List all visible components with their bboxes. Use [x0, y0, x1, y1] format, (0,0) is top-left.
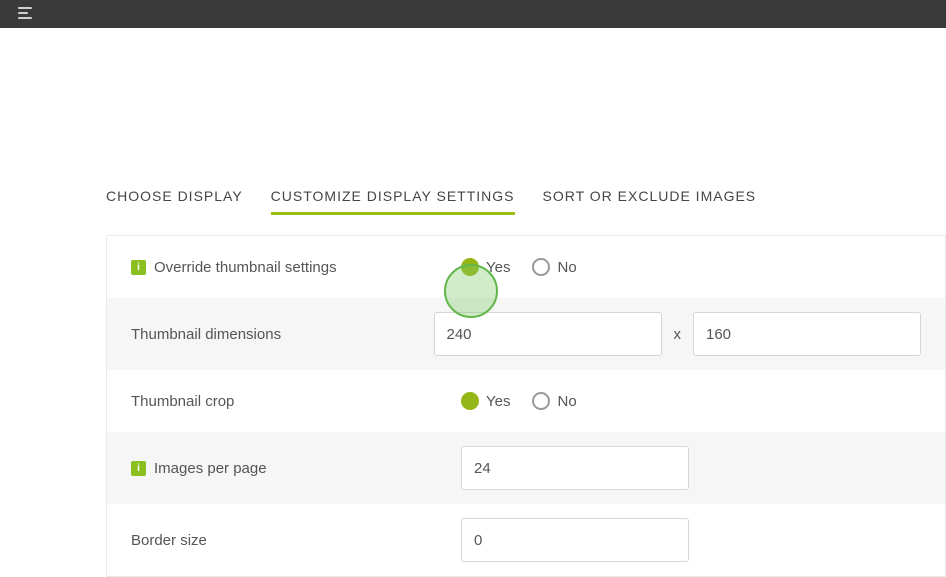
- label-text: Override thumbnail settings: [154, 259, 337, 276]
- row-images-per-page: i Images per page: [107, 432, 945, 504]
- label-override-thumbnail: i Override thumbnail settings: [131, 259, 461, 276]
- input-thumbnail-height[interactable]: [693, 312, 921, 356]
- input-thumbnail-width[interactable]: [434, 312, 662, 356]
- controls-crop: Yes No: [461, 392, 921, 410]
- label-text: Thumbnail crop: [131, 393, 234, 410]
- label-text: Thumbnail dimensions: [131, 326, 281, 343]
- radio-label: Yes: [486, 393, 510, 410]
- label-border-size: Border size: [131, 532, 461, 549]
- input-images-per-page[interactable]: [461, 446, 689, 490]
- label-text: Images per page: [154, 460, 267, 477]
- tab-choose-display[interactable]: CHOOSE DISPLAY: [106, 188, 243, 215]
- controls-bordersize: [461, 518, 921, 562]
- controls-dimensions: x: [434, 312, 922, 356]
- radio-label: Yes: [486, 259, 510, 276]
- label-text: Border size: [131, 532, 207, 549]
- radio-label: No: [557, 259, 576, 276]
- label-images-per-page: i Images per page: [131, 460, 461, 477]
- controls-perpage: [461, 446, 921, 490]
- label-thumbnail-dimensions: Thumbnail dimensions: [131, 326, 434, 343]
- radio-crop-no[interactable]: No: [532, 392, 576, 410]
- content-area: CHOOSE DISPLAY CUSTOMIZE DISPLAY SETTING…: [0, 28, 946, 577]
- row-thumbnail-crop: Thumbnail crop Yes No: [107, 370, 945, 432]
- row-thumbnail-dimensions: Thumbnail dimensions x: [107, 298, 945, 370]
- tab-sort-or-exclude-images[interactable]: SORT OR EXCLUDE IMAGES: [543, 188, 757, 215]
- row-border-size: Border size: [107, 504, 945, 576]
- info-icon[interactable]: i: [131, 461, 146, 476]
- radio-icon: [532, 258, 550, 276]
- radio-group-override: Yes No: [461, 258, 577, 276]
- row-override-thumbnail: i Override thumbnail settings Yes No: [107, 236, 945, 298]
- radio-icon: [532, 392, 550, 410]
- info-icon[interactable]: i: [131, 260, 146, 275]
- radio-label: No: [557, 393, 576, 410]
- radio-crop-yes[interactable]: Yes: [461, 392, 510, 410]
- settings-panel: i Override thumbnail settings Yes No: [106, 235, 946, 577]
- input-border-size[interactable]: [461, 518, 689, 562]
- radio-icon: [461, 258, 479, 276]
- tab-customize-display-settings[interactable]: CUSTOMIZE DISPLAY SETTINGS: [271, 188, 515, 215]
- menu-icon[interactable]: [18, 7, 36, 21]
- radio-override-yes[interactable]: Yes: [461, 258, 510, 276]
- label-thumbnail-crop: Thumbnail crop: [131, 393, 461, 410]
- tabs: CHOOSE DISPLAY CUSTOMIZE DISPLAY SETTING…: [0, 188, 946, 215]
- radio-group-crop: Yes No: [461, 392, 577, 410]
- dimension-separator: x: [674, 326, 682, 343]
- radio-icon: [461, 392, 479, 410]
- controls-override: Yes No: [461, 258, 921, 276]
- topbar: [0, 0, 946, 28]
- radio-override-no[interactable]: No: [532, 258, 576, 276]
